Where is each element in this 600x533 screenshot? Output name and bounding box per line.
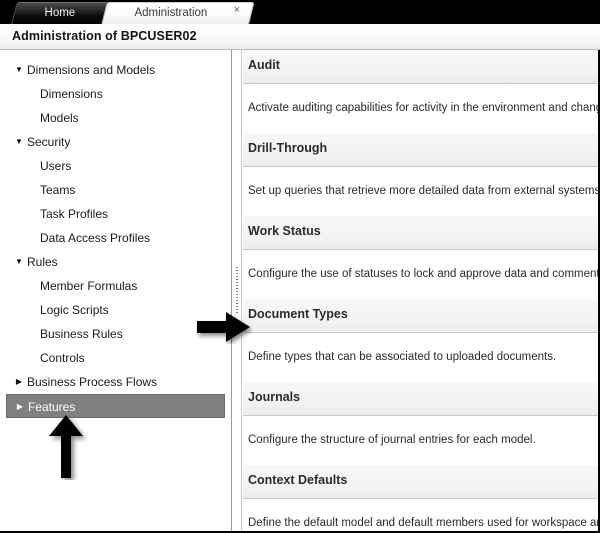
tab-home-label: Home <box>44 7 76 19</box>
navigation-sidebar: ▼ Dimensions and Models Dimensions Models ▼ S… <box>0 50 232 531</box>
sidebar-item-business-process-flows[interactable]: ▶ Business Process Flows <box>0 370 231 394</box>
feature-section-description: Define types that can be associated to u… <box>248 351 557 363</box>
sidebar-item-dimensions[interactable]: Dimensions <box>0 82 231 106</box>
feature-section-description: Set up queries that retrieve more detail… <box>248 185 598 197</box>
feature-section-header[interactable]: Drill-Through <box>243 133 598 167</box>
features-content-panel: Audit Activate auditing capabilities for … <box>243 50 598 531</box>
sidebar-item-label: Task Profiles <box>40 207 109 221</box>
page-title: Administration of BPCUSER02 <box>12 29 197 43</box>
sidebar-item-label: Rules <box>27 255 58 269</box>
sidebar-item-label: Dimensions and Models <box>27 63 156 77</box>
sidebar-item-label: Security <box>27 135 71 149</box>
sidebar-item-label: Models <box>40 111 79 125</box>
feature-section-description: Activate auditing capabilities for activ… <box>248 102 598 114</box>
chevron-right-icon[interactable]: ▶ <box>14 370 24 394</box>
sidebar-item-label: Features <box>28 400 76 414</box>
sidebar-item-label: Controls <box>40 351 85 365</box>
sidebar-item-task-profiles[interactable]: Task Profiles <box>0 202 231 226</box>
chevron-right-icon[interactable]: ▶ <box>15 395 25 419</box>
feature-section-context-defaults: Context Defaults Define the default model… <box>243 465 598 531</box>
sidebar-item-label: Teams <box>40 183 76 197</box>
feature-section-description: Configure the structure of journal entri… <box>248 434 536 446</box>
feature-section-header[interactable]: Work Status <box>243 216 598 250</box>
chevron-down-icon[interactable]: ▼ <box>14 58 24 82</box>
sidebar-item-teams[interactable]: Teams <box>0 178 231 202</box>
feature-section-title: Drill-Through <box>248 141 328 155</box>
feature-section-header[interactable]: Context Defaults <box>243 465 598 499</box>
feature-section-audit: Audit Activate auditing capabilities for … <box>243 50 598 133</box>
feature-section-journals: Journals Configure the structure of journ… <box>243 382 598 465</box>
feature-section-title: Document Types <box>248 307 348 321</box>
panel-splitter[interactable] <box>232 50 242 531</box>
feature-section-description: Define the default model and default mem… <box>248 517 598 529</box>
sidebar-item-label: Business Rules <box>40 327 123 341</box>
feature-section-body: Configure the use of statuses to lock an… <box>243 250 598 299</box>
sidebar-item-business-rules[interactable]: Business Rules <box>0 322 231 346</box>
feature-section-body: Activate auditing capabilities for activ… <box>243 84 598 133</box>
splitter-grip-icon[interactable] <box>236 266 238 315</box>
sidebar-item-label: Users <box>40 159 72 173</box>
feature-section-body: Define the default model and default mem… <box>243 499 598 531</box>
sidebar-item-data-access-profiles[interactable]: Data Access Profiles <box>0 226 231 250</box>
sidebar-item-models[interactable]: Models <box>0 106 231 130</box>
sidebar-item-label: Logic Scripts <box>40 303 109 317</box>
sidebar-item-logic-scripts[interactable]: Logic Scripts <box>0 298 231 322</box>
tab-administration-label: Administration <box>134 7 208 19</box>
tab-home[interactable]: Home <box>11 2 109 24</box>
feature-section-body: Define types that can be associated to u… <box>243 333 598 382</box>
sidebar-item-label: Dimensions <box>40 87 103 101</box>
sidebar-item-dimensions-and-models[interactable]: ▼ Dimensions and Models <box>0 58 231 82</box>
close-icon[interactable]: × <box>233 4 239 17</box>
sidebar-item-label: Business Process Flows <box>27 375 158 389</box>
sidebar-item-rules[interactable]: ▼ Rules <box>0 250 231 274</box>
feature-section-document-types: Document Types Define types that can be a… <box>243 299 598 382</box>
feature-section-title: Context Defaults <box>248 473 348 487</box>
feature-section-header[interactable]: Audit <box>243 50 598 84</box>
sidebar-item-users[interactable]: Users <box>0 154 231 178</box>
feature-section-header[interactable]: Document Types <box>243 299 598 333</box>
feature-section-title: Work Status <box>248 224 321 238</box>
sidebar-item-label: Data Access Profiles <box>40 231 151 245</box>
feature-section-header[interactable]: Journals <box>243 382 598 416</box>
sidebar-item-controls[interactable]: Controls <box>0 346 231 370</box>
sidebar-item-security[interactable]: ▼ Security <box>0 130 231 154</box>
chevron-down-icon[interactable]: ▼ <box>14 250 24 274</box>
sidebar-item-label: Member Formulas <box>40 279 138 293</box>
tab-strip: Home Administration × <box>0 0 600 24</box>
feature-section-title: Journals <box>248 390 301 404</box>
feature-section-body: Configure the structure of journal entri… <box>243 416 598 465</box>
feature-section-title: Audit <box>248 58 280 72</box>
navigation-tree: ▼ Dimensions and Models Dimensions Models ▼ S… <box>0 50 231 418</box>
feature-section-drill-through: Drill-Through Set up queries that retriev… <box>243 133 598 216</box>
page-title-bar: Administration of BPCUSER02 <box>0 24 600 50</box>
feature-section-work-status: Work Status Configure the use of statuses… <box>243 216 598 299</box>
chevron-down-icon[interactable]: ▼ <box>14 130 24 154</box>
sidebar-item-features[interactable]: ▶ Features <box>6 394 225 418</box>
administration-window: Home Administration × Administration of … <box>0 0 600 533</box>
feature-section-body: Set up queries that retrieve more detail… <box>243 167 598 216</box>
feature-section-description: Configure the use of statuses to lock an… <box>248 268 598 280</box>
sidebar-item-member-formulas[interactable]: Member Formulas <box>0 274 231 298</box>
tab-administration[interactable]: Administration × <box>101 2 255 24</box>
